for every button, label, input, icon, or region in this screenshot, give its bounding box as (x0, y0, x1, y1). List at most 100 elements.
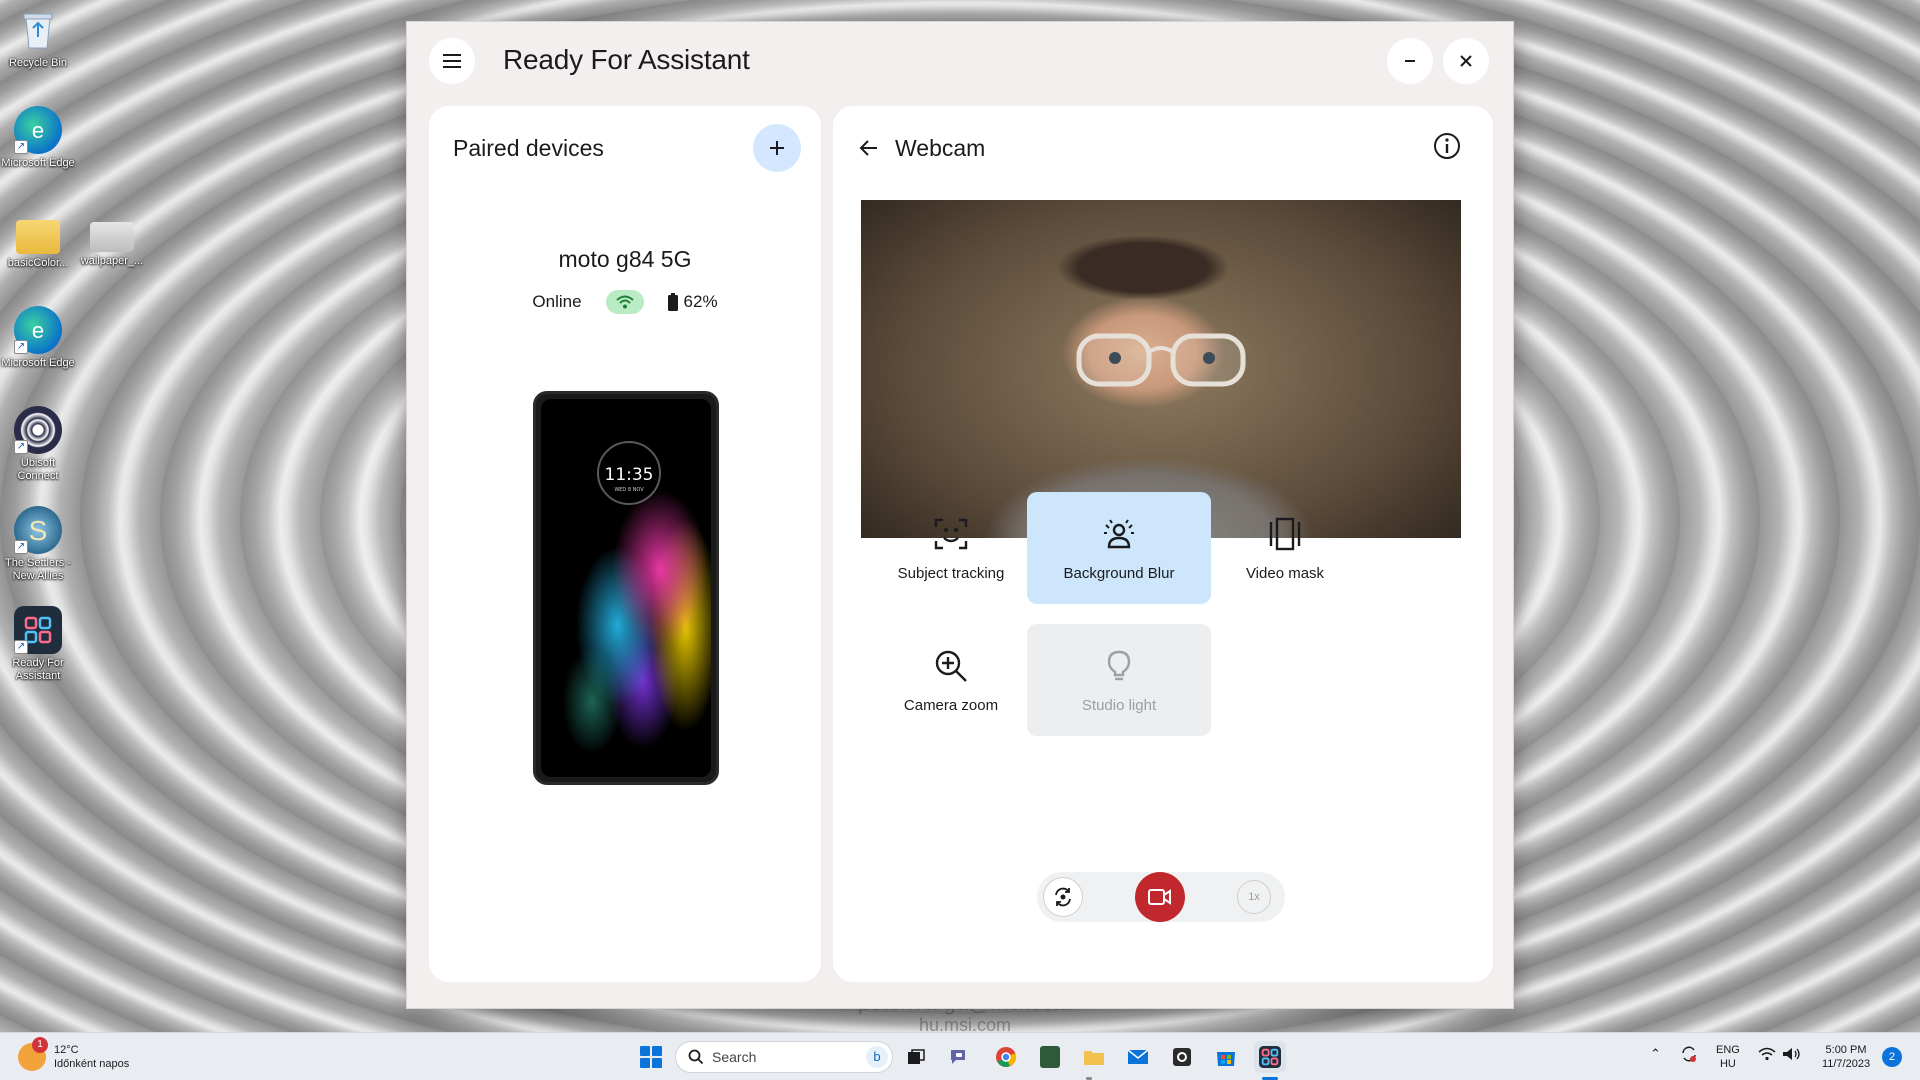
clock-time: 5:00 PM (1825, 1044, 1867, 1056)
webcam-preview (861, 200, 1461, 538)
desktop-icon-wallpaper-file[interactable]: wallpaper_... (74, 212, 150, 268)
desktop-icon-ready-for[interactable]: ↗ Ready For Assistant (0, 606, 76, 683)
windows-logo-icon (652, 1046, 662, 1056)
recycle-bin-icon (14, 6, 62, 54)
edge-icon: e ↗ (14, 106, 62, 154)
task-view-icon (908, 1049, 925, 1064)
store-button[interactable] (1210, 1041, 1242, 1073)
sync-status-button[interactable] (1680, 1045, 1698, 1067)
weather-temperature: 12°C (54, 1044, 79, 1056)
webcam-toggle-button[interactable] (1135, 872, 1185, 922)
flip-camera-icon (1055, 887, 1071, 907)
subject-tracking-button[interactable]: Subject tracking (859, 492, 1043, 604)
region-code: HU (1719, 1058, 1736, 1070)
menu-button[interactable] (429, 38, 475, 84)
show-hidden-icons-button[interactable]: ⌃ (1650, 1047, 1661, 1061)
settlers-icon: S ↗ (14, 506, 62, 554)
notification-badge[interactable]: 2 (1882, 1047, 1902, 1067)
feature-label: Camera zoom (903, 696, 999, 714)
ready-for-taskbar-button[interactable] (1254, 1041, 1286, 1073)
feature-label: Studio light (1081, 696, 1157, 714)
task-view-button[interactable] (900, 1041, 932, 1073)
language-indicator[interactable]: ENG HU (1716, 1043, 1740, 1071)
app-title: Ready For Assistant (503, 44, 750, 75)
camera-zoom-button[interactable]: Camera zoom (859, 624, 1043, 736)
teams-chat-button[interactable] (944, 1041, 976, 1073)
windows-logo-icon (640, 1046, 650, 1056)
video-mask-icon (1269, 517, 1301, 550)
sync-icon (1682, 1046, 1696, 1062)
desktop-icon-label: Ready For Assistant (12, 657, 64, 682)
feature-label: Subject tracking (897, 564, 1005, 582)
wifi-icon (1758, 1047, 1776, 1061)
back-button[interactable] (857, 136, 881, 160)
shortcut-arrow-icon: ↗ (14, 340, 28, 354)
network-button[interactable] (1758, 1047, 1776, 1065)
desktop-icon-label: The Settlers - New Allies (4, 557, 72, 582)
desktop-icon-recycle-bin[interactable]: Recycle Bin (0, 6, 76, 70)
settings-button[interactable] (1166, 1041, 1198, 1073)
windows-logo-icon (640, 1058, 650, 1068)
arrow-back-icon (859, 140, 877, 156)
phone-date: WED 8 NOV (614, 487, 644, 493)
connection-status: Online (532, 292, 582, 311)
info-button[interactable] (1431, 130, 1463, 162)
folder-icon (1084, 1051, 1104, 1065)
clock-date: 11/7/2023 (1821, 1058, 1871, 1070)
file-explorer-button[interactable] (1078, 1041, 1110, 1073)
desktop-icon-ubisoft[interactable]: ↗ Ubisoft Connect (0, 406, 76, 483)
shortcut-arrow-icon: ↗ (14, 440, 28, 454)
zoom-level-button[interactable]: 1x (1237, 880, 1271, 914)
battery-icon (667, 293, 678, 311)
webcam-panel: Webcam Subject tracking Background Blur … (833, 106, 1493, 982)
minimize-button[interactable] (1387, 38, 1433, 84)
wifi-icon (615, 295, 634, 309)
gear-icon (1173, 1048, 1191, 1066)
title-bar: Ready For Assistant (407, 22, 1513, 106)
desktop-icon-edge[interactable]: e ↗ Microsoft Edge (0, 106, 76, 170)
video-mask-button[interactable]: Video mask (1193, 492, 1377, 604)
phone-time: 11:35 (604, 465, 654, 485)
wifi-status-badge (605, 290, 644, 314)
close-button[interactable] (1443, 38, 1489, 84)
taskbar: 1 12°C Időnként napos Search b ⌃ ENG HU … (0, 1032, 1920, 1080)
desktop-icon-folder[interactable]: basicColor... (0, 212, 76, 270)
phone-screen: 11:35 WED 8 NOV (541, 399, 711, 777)
mail-button[interactable] (1122, 1041, 1154, 1073)
ubisoft-icon: ↗ (14, 406, 62, 454)
background-blur-icon (1104, 518, 1134, 548)
ready-for-window: Ready For Assistant Paired devices moto … (406, 21, 1514, 1009)
ready-for-icon (1259, 1046, 1281, 1068)
desktop-icon-edge-2[interactable]: e ↗ Microsoft Edge (0, 306, 76, 370)
info-icon (1434, 133, 1460, 159)
weather-widget[interactable]: 1 12°C Időnként napos (18, 1037, 129, 1071)
device-status-row: Online 62% (429, 290, 821, 314)
app-button-green[interactable] (1034, 1041, 1066, 1073)
zoom-in-icon (935, 650, 967, 682)
switch-camera-button[interactable] (1043, 877, 1083, 917)
chat-icon (951, 1050, 965, 1064)
ready-for-icon: ↗ (14, 606, 62, 654)
light-bulb-icon (1107, 650, 1131, 680)
edge-icon: e ↗ (14, 306, 62, 354)
add-device-button[interactable] (753, 124, 801, 172)
shortcut-arrow-icon: ↗ (14, 640, 28, 654)
language-code: ENG (1716, 1044, 1740, 1056)
weather-icon: 1 (18, 1037, 48, 1071)
clock[interactable]: 5:00 PM 11/7/2023 (1818, 1043, 1874, 1071)
taskbar-search[interactable]: Search b (675, 1041, 893, 1073)
studio-light-button[interactable]: Studio light (1027, 624, 1211, 736)
desktop-icon-label: Microsoft Edge (1, 157, 75, 169)
start-button[interactable] (640, 1046, 662, 1068)
subject-tracking-icon (934, 518, 968, 549)
mail-icon (1127, 1049, 1149, 1064)
search-icon (688, 1049, 704, 1065)
desktop-icon-settlers[interactable]: S ↗ The Settlers - New Allies (0, 506, 76, 583)
video-camera-icon (1148, 889, 1171, 905)
volume-button[interactable] (1782, 1047, 1800, 1065)
background-blur-button[interactable]: Background Blur (1027, 492, 1211, 604)
chrome-button[interactable] (990, 1041, 1022, 1073)
minimize-icon (1405, 60, 1415, 62)
desktop-icon-label: Recycle Bin (8, 57, 68, 69)
desktop-icon-label: wallpaper_... (80, 255, 144, 267)
